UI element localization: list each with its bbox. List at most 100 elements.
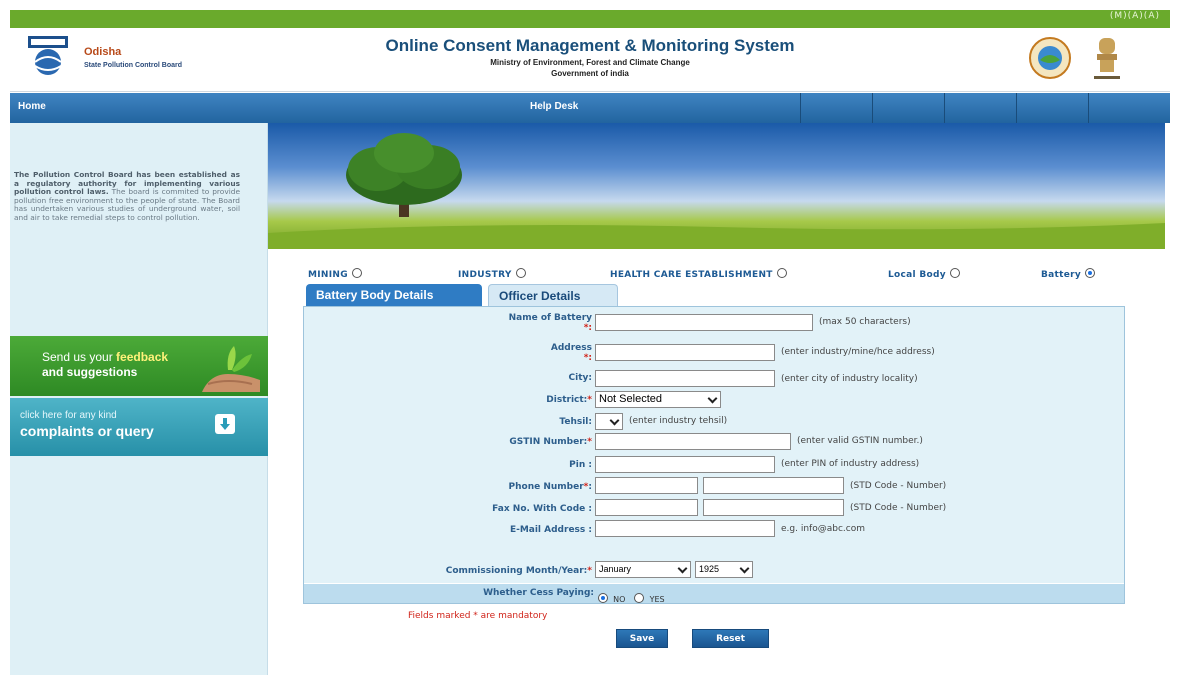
gstin-hint: (enter valid GSTIN number.)	[797, 436, 923, 446]
email-hint: e.g. info@abc.com	[781, 524, 865, 534]
chevron-down-icon	[739, 563, 750, 574]
district-label: District:*	[546, 395, 592, 405]
commission-year-value: 1925	[699, 564, 720, 574]
phone-std-code-input[interactable]	[595, 477, 698, 494]
name-hint: (max 50 characters)	[819, 317, 911, 327]
page-title: Online Consent Management & Monitoring S…	[385, 36, 795, 55]
nav-divider	[1016, 93, 1017, 123]
radio-health-care[interactable]	[776, 268, 787, 278]
category-health-care-label: HEALTH CARE ESTABLISHMENT	[610, 270, 773, 280]
tab-officer-details[interactable]: Officer Details	[488, 284, 618, 308]
category-local-body[interactable]: Local Body	[888, 268, 960, 280]
national-emblem-icon	[1094, 38, 1120, 79]
details-form: Name of Battery *: (max 50 characters) Ad…	[303, 306, 1125, 604]
moef-logo-icon	[1029, 37, 1071, 79]
reset-button[interactable]: Reset	[692, 629, 769, 648]
district-label-text: District:	[546, 395, 588, 405]
nav-divider	[1088, 93, 1089, 123]
radio-cess-no[interactable]	[598, 593, 608, 603]
address-label-text: Address	[550, 343, 592, 353]
nav-divider	[800, 93, 801, 123]
phone-label: Phone Number*:	[508, 482, 592, 492]
district-value: Not Selected	[599, 393, 662, 405]
city-label: City:	[568, 373, 592, 383]
name-label: Name of Battery *:	[509, 313, 592, 333]
save-button[interactable]: Save	[616, 629, 668, 648]
pin-hint: (enter PIN of industry address)	[781, 459, 920, 469]
category-industry[interactable]: INDUSTRY	[458, 268, 526, 280]
complaints-small-text: click here for any kind	[20, 410, 117, 421]
gstin-label-text: GSTIN Number:	[509, 437, 588, 447]
commission-month-select[interactable]: January	[595, 561, 691, 578]
ministry-name: Ministry of Environment, Forest and Clim…	[490, 58, 690, 67]
feedback-bold: feedback	[116, 350, 169, 364]
category-industry-label: INDUSTRY	[458, 270, 512, 280]
radio-local-body[interactable]	[949, 268, 960, 278]
complaints-banner[interactable]: click here for any kind complaints or qu…	[10, 398, 268, 456]
header: Odisha State Pollution Control Board Onl…	[10, 28, 1170, 92]
header-banner-image	[268, 123, 1165, 249]
fax-number-input[interactable]	[703, 499, 844, 516]
district-select[interactable]: Not Selected	[595, 391, 721, 408]
tab-battery-body-details[interactable]: Battery Body Details	[306, 284, 482, 308]
feedback-banner[interactable]: Send us your feedback and suggestions	[10, 336, 268, 396]
hands-plant-icon	[202, 346, 260, 392]
font-size-controls[interactable]: (M)(A)(A)	[1110, 11, 1160, 21]
tree-landscape-image	[268, 133, 1165, 249]
sidebar: The Pollution Control Board has been est…	[10, 123, 268, 675]
tehsil-select[interactable]	[595, 413, 623, 430]
cess-options: NO YES	[598, 587, 665, 606]
chevron-down-icon	[707, 393, 718, 404]
required-star: *	[587, 395, 592, 405]
required-star: *	[583, 482, 589, 492]
government-name: Government of india	[551, 69, 629, 78]
address-hint: (enter industry/mine/hce address)	[781, 347, 935, 357]
radio-cess-yes[interactable]	[634, 593, 645, 603]
city-input[interactable]	[595, 370, 775, 387]
email-label: E-Mail Address :	[509, 525, 592, 535]
top-strip: (M)(A)(A)	[10, 10, 1170, 28]
address-label: Address *:	[551, 343, 592, 363]
download-arrow-icon	[215, 414, 235, 434]
battery-name-input[interactable]	[595, 314, 813, 331]
fax-hint: (STD Code - Number)	[850, 503, 947, 513]
fax-label: Fax No. With Code :	[492, 504, 592, 514]
category-mining-label: MINING	[308, 270, 348, 280]
radio-industry[interactable]	[515, 268, 526, 278]
required-star: *	[587, 566, 592, 576]
radio-battery[interactable]	[1085, 268, 1096, 278]
fax-std-code-input[interactable]	[595, 499, 698, 516]
main-navbar: Home Help Desk	[10, 93, 1170, 123]
required-star: *	[587, 437, 592, 447]
nav-divider	[872, 93, 873, 123]
mandatory-note: Fields marked * are mandatory	[408, 611, 548, 621]
phone-label-text: Phone Number	[508, 482, 584, 492]
radio-mining[interactable]	[351, 268, 362, 278]
nav-home-link[interactable]: Home	[18, 101, 46, 112]
phone-number-input[interactable]	[703, 477, 844, 494]
pin-input[interactable]	[595, 456, 775, 473]
nav-help-desk-link[interactable]: Help Desk	[530, 101, 578, 112]
cess-row: Whether Cess Paying: NO YES	[304, 583, 1124, 606]
category-battery[interactable]: Battery	[1041, 268, 1096, 280]
phone-hint: (STD Code - Number)	[850, 481, 947, 491]
commission-year-select[interactable]: 1925	[695, 561, 753, 578]
tehsil-hint: (enter industry tehsil)	[629, 416, 728, 426]
category-local-body-label: Local Body	[888, 270, 946, 280]
category-battery-label: Battery	[1041, 270, 1082, 280]
feedback-text: Send us your feedback and suggestions	[42, 350, 168, 380]
email-input[interactable]	[595, 520, 775, 537]
pin-label: Pin :	[569, 460, 592, 470]
gstin-input[interactable]	[595, 433, 791, 450]
name-label-text: Name of Battery	[508, 313, 592, 323]
feedback-prefix: Send us your	[42, 350, 117, 364]
address-input[interactable]	[595, 344, 775, 361]
tehsil-label: Tehsil:	[559, 417, 592, 427]
chevron-down-icon	[677, 563, 688, 574]
category-health-care[interactable]: HEALTH CARE ESTABLISHMENT	[610, 268, 787, 280]
commission-label-text: Commissioning Month/Year:	[445, 566, 588, 576]
required-star: *:	[583, 353, 592, 363]
page: (M)(A)(A) Odisha State Pollution Control…	[0, 0, 1187, 675]
cess-no-label: NO	[613, 595, 626, 604]
category-mining[interactable]: MINING	[308, 268, 362, 280]
